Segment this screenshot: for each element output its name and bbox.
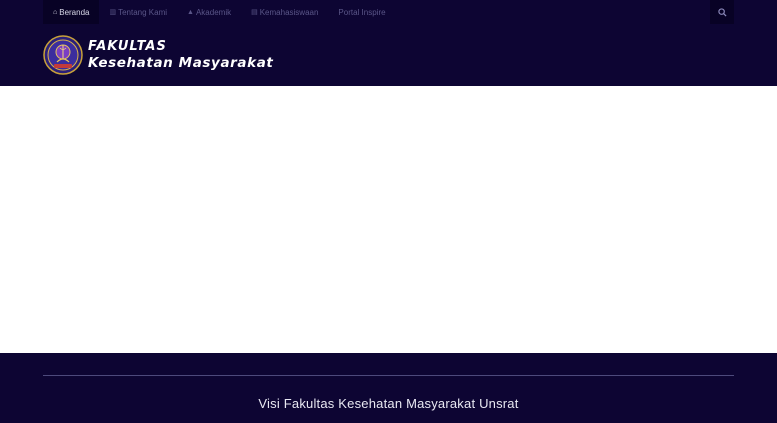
nav-item-label: Beranda [59,7,90,17]
nav-item-label: Tentang Kami [118,7,168,17]
home-icon: ⌂ [53,8,58,16]
nav-item-label: Akademik [195,7,232,17]
search-button[interactable] [710,0,734,24]
nav-item-label: Kemahasiswaan [259,7,319,17]
site-header: ⌂ Beranda ▥ Tentang Kami ▲ Akademik ▤ Ke… [0,0,777,86]
brand-line-2: Kesehatan Masyarakat [88,55,274,71]
main-nav: ⌂ Beranda ▥ Tentang Kami ▲ Akademik ▤ Ke… [43,0,396,24]
vision-section [0,353,777,423]
nav-item-beranda[interactable]: ⌂ Beranda [43,0,100,24]
visi-title: Visi Fakultas Kesehatan Masyarakat Unsra… [258,396,519,411]
nav-item-akademik[interactable]: ▲ Akademik [177,0,241,24]
nav-item-portal-inspire[interactable]: Portal Inspire [328,0,395,24]
hero-area [0,86,777,353]
nav-item-kemahasiswaan[interactable]: ▤ Kemahasiswaan [241,0,328,24]
building-icon: ▥ [109,9,117,16]
graduation-cap-icon: ▲ [187,8,194,16]
site-brand[interactable]: FAKULTAS Kesehatan Masyarakat [88,38,273,72]
section-divider [43,375,734,376]
brand-line-1: FAKULTAS [88,39,167,54]
document-icon: ▤ [251,9,258,16]
nav-item-label: Portal Inspire [338,7,386,17]
nav-item-tentang-kami[interactable]: ▥ Tentang Kami [99,0,177,24]
faculty-logo[interactable] [43,35,83,75]
search-icon [717,7,727,17]
